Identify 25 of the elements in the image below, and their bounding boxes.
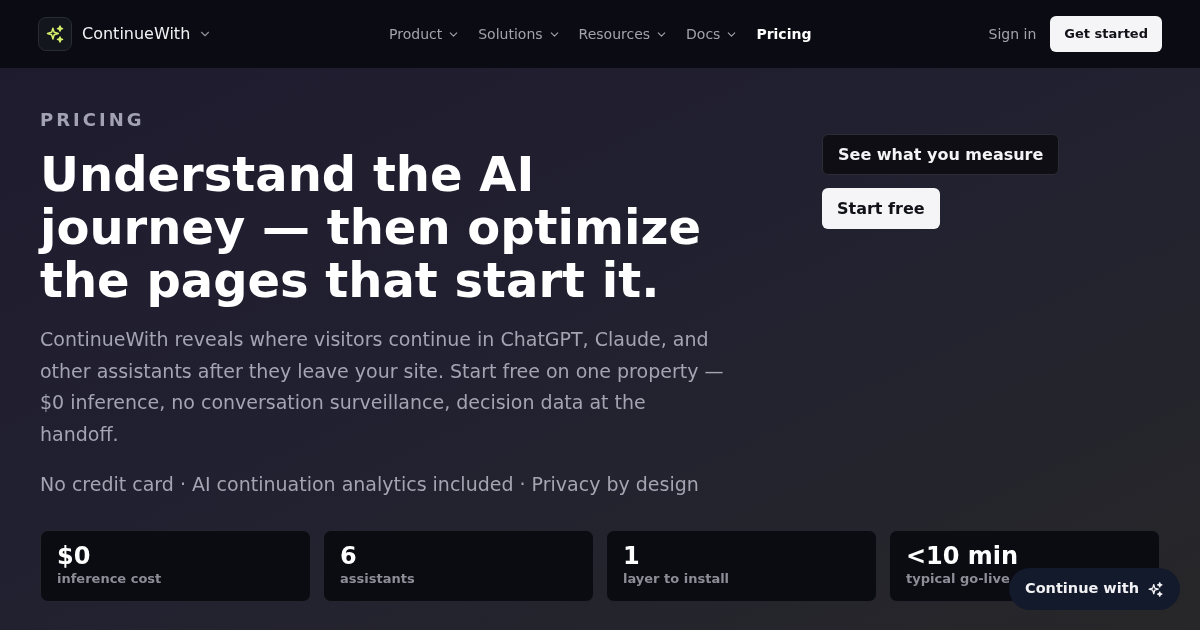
start-free-button[interactable]: Start free [822, 188, 940, 229]
nav-link[interactable]: Solutions [478, 23, 561, 45]
stat-label: assistants [340, 570, 415, 588]
continue-with-button[interactable]: Continue with [1009, 568, 1180, 610]
stat-value: <10 min [906, 542, 1019, 570]
eyebrow-label: PRICING [40, 108, 145, 132]
hero-heading: Understand the AI journey — then optimize the pages that start it. [40, 148, 702, 307]
secondary-button[interactable]: See what you measure [822, 134, 1060, 175]
nav-link[interactable]: Pricing [756, 23, 812, 45]
stat-label: typical go-live [906, 570, 1010, 588]
stat-label: inference cost [57, 570, 162, 588]
sparkle-glyph-icon [45, 24, 65, 44]
nav-link[interactable]: Product [389, 23, 461, 45]
stat-value: 1 [623, 542, 640, 570]
nav-link[interactable]: Resources [578, 23, 669, 45]
sign-in-link[interactable]: Sign in [988, 23, 1037, 45]
stat-label: layer to install [623, 570, 730, 588]
stat-value: $0 [57, 542, 91, 570]
highlights-text: No credit card · AI continuation analytics included · Privacy by design [40, 472, 699, 497]
get-started-button[interactable]: Get started [1050, 16, 1162, 52]
sparkle-icon [1147, 580, 1164, 598]
brand-menu[interactable]: ContinueWith [82, 22, 213, 46]
hero-description: ContinueWith reveals where visitors continue in ChatGPT, Claude, and other assistants after they leave your site. Start free on one property — $0 inference, no conversation surveillance, decision data at the handoff. [40, 327, 725, 447]
stat-value: 6 [340, 542, 357, 570]
nav-link[interactable]: Docs [686, 23, 739, 45]
